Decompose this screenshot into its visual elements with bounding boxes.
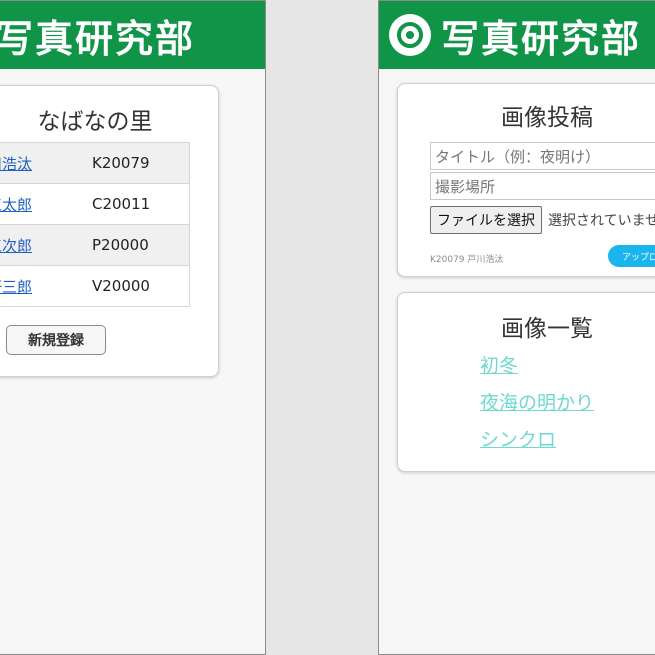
table-row: 夢研三郎 V20000 bbox=[0, 265, 190, 307]
app-header: 写真研究部 bbox=[0, 1, 265, 69]
table-row: 戸川浩汰 K20079 bbox=[0, 142, 190, 184]
list-item: 夜海の明かり bbox=[480, 388, 594, 425]
file-picker: ファイルを選択 選択されていません bbox=[430, 206, 655, 234]
image-link[interactable]: 夜海の明かり bbox=[480, 392, 594, 414]
list-item: シンクロ bbox=[480, 425, 594, 462]
image-list: 初冬 夜海の明かり シンクロ bbox=[480, 351, 594, 462]
image-list-card: 画像一覧 初冬 夜海の明かり シンクロ bbox=[397, 292, 655, 472]
member-link[interactable]: 戸川浩汰 bbox=[0, 155, 32, 173]
choose-file-button[interactable]: ファイルを選択 bbox=[430, 206, 542, 234]
member-link[interactable]: 夢工太郎 bbox=[0, 196, 32, 214]
member-link[interactable]: 夢研三郎 bbox=[0, 278, 32, 296]
image-link[interactable]: 初冬 bbox=[480, 355, 518, 377]
table-row: 夢工太郎 C20011 bbox=[0, 183, 190, 225]
member-code: C20011 bbox=[92, 183, 190, 225]
title-input[interactable]: タイトル（例：夜明け） bbox=[430, 142, 655, 170]
app-title: 写真研究部 bbox=[0, 15, 196, 61]
member-code: V20000 bbox=[92, 265, 190, 307]
member-code: P20000 bbox=[92, 224, 190, 266]
upload-card-title: 画像投稿 bbox=[501, 105, 593, 131]
app-header: 写真研究部 bbox=[379, 1, 655, 69]
current-user: K20079 戸川浩汰 bbox=[430, 255, 504, 265]
member-code: K20079 bbox=[92, 142, 190, 184]
table-row: 夢工次郎 P20000 bbox=[0, 224, 190, 266]
member-link[interactable]: 夢工次郎 bbox=[0, 237, 32, 255]
image-link[interactable]: シンクロ bbox=[480, 429, 556, 451]
file-status: 選択されていません bbox=[548, 213, 655, 229]
location-input[interactable]: 撮影場所 bbox=[430, 172, 655, 200]
member-card: なばなの里 戸川浩汰 K20079 夢工太郎 C20011 夢工次郎 P2000… bbox=[0, 85, 219, 377]
list-item: 初冬 bbox=[480, 351, 594, 388]
member-table: 戸川浩汰 K20079 夢工太郎 C20011 夢工次郎 P20000 夢研三郎… bbox=[0, 142, 190, 307]
member-card-title: なばなの里 bbox=[37, 109, 153, 135]
upload-button[interactable]: アップロード bbox=[608, 245, 655, 267]
right-screen: 写真研究部 画像投稿 タイトル（例：夜明け） 撮影場所 ファイルを選択 選択され… bbox=[378, 0, 655, 655]
camera-aperture-icon bbox=[389, 14, 431, 56]
upload-card: 画像投稿 タイトル（例：夜明け） 撮影場所 ファイルを選択 選択されていません … bbox=[397, 83, 655, 277]
app-title: 写真研究部 bbox=[441, 15, 642, 61]
image-list-title: 画像一覧 bbox=[501, 316, 593, 342]
register-button[interactable]: 新規登録 bbox=[6, 325, 106, 355]
left-screen: 写真研究部 なばなの里 戸川浩汰 K20079 夢工太郎 C20011 夢工次郎… bbox=[0, 0, 266, 655]
